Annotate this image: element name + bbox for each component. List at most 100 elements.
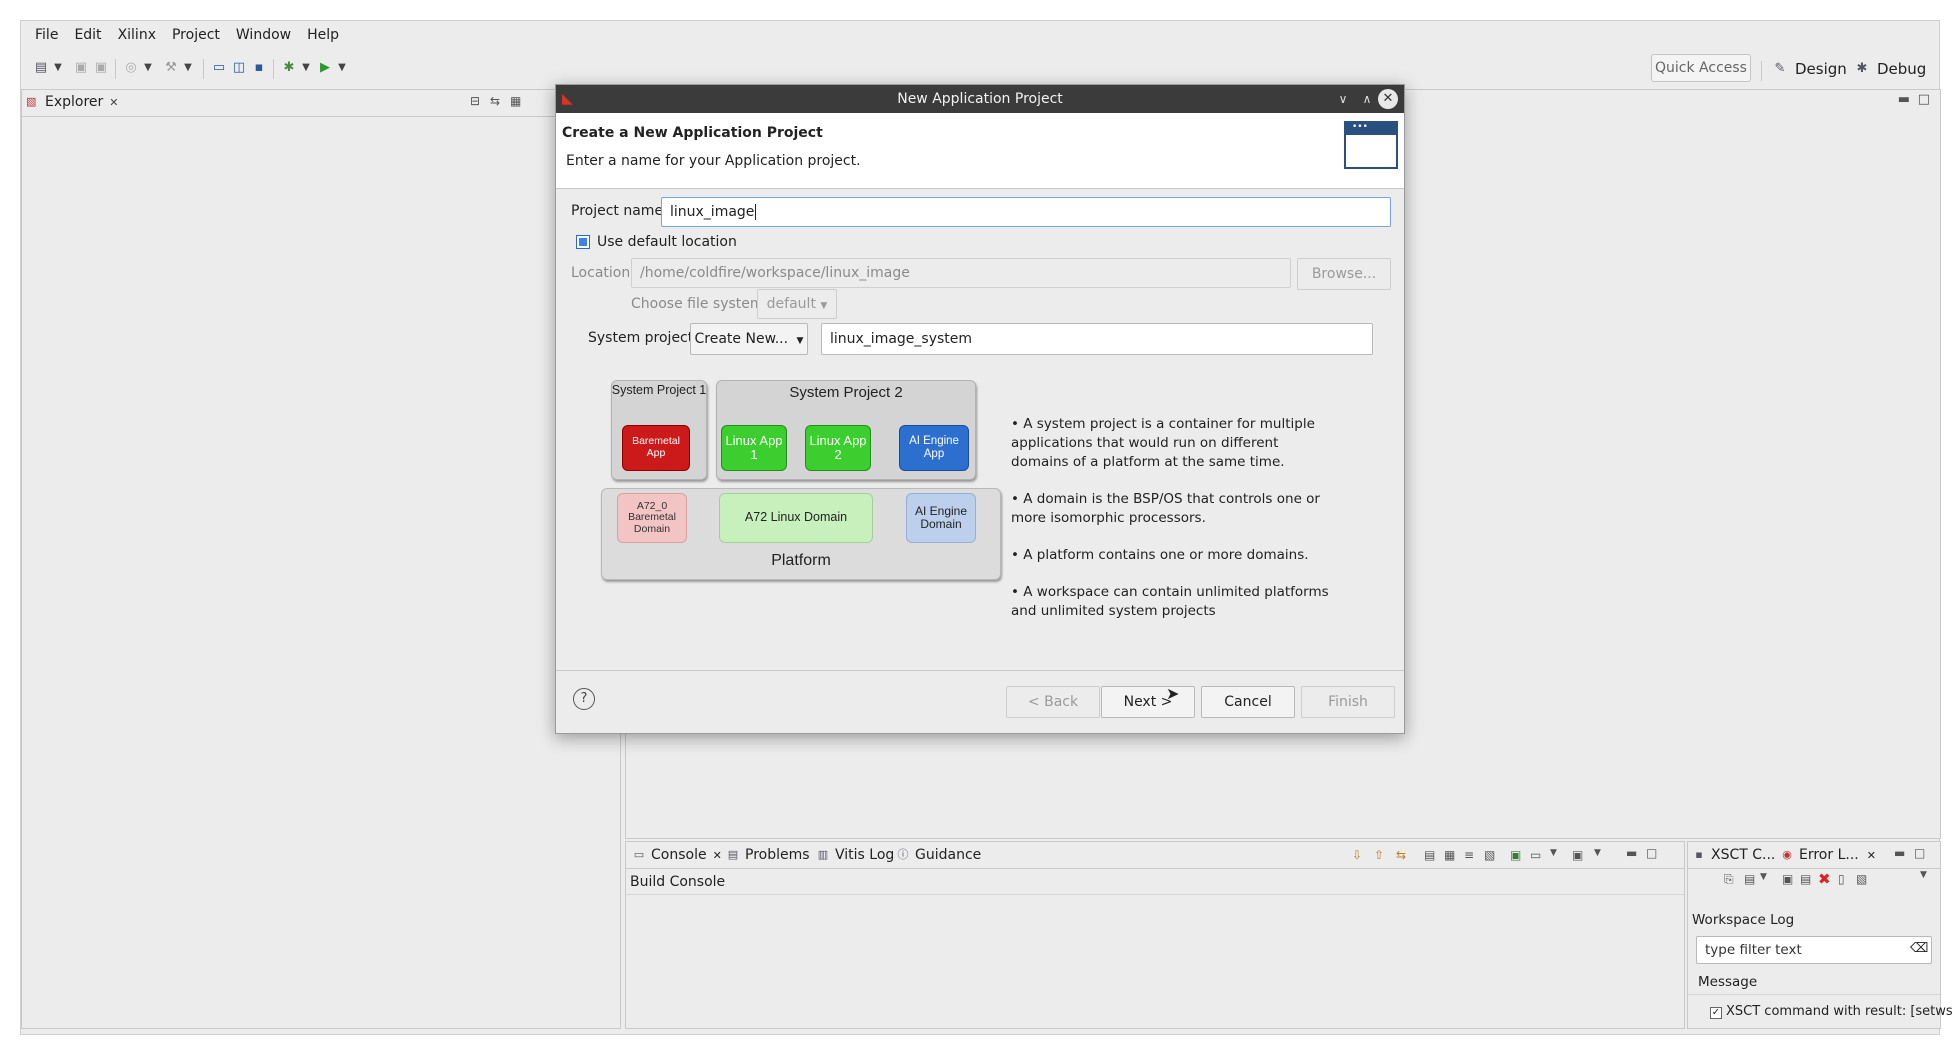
perspective-design[interactable]: ✎ Design <box>1771 57 1847 81</box>
perspective-debug[interactable]: ✱ Debug <box>1853 57 1927 81</box>
pin-console-icon[interactable]: ▣ <box>1510 848 1521 862</box>
show-console-icon[interactable]: ▧ <box>1484 848 1495 862</box>
system-project-mode-select[interactable]: Create New... ▼ <box>690 323 808 355</box>
terminal-icon[interactable]: ▭ <box>211 60 227 76</box>
help-icon[interactable]: ? <box>573 688 595 710</box>
location-input[interactable]: /home/coldfire/workspace/linux_image <box>631 258 1291 288</box>
import-dropdown-icon[interactable]: ▼ <box>1760 872 1767 882</box>
word-wrap-icon[interactable]: ≡ <box>1464 848 1474 862</box>
system-project-1-label: System Project 1 <box>611 383 707 397</box>
console-icon: ▭ <box>633 848 645 861</box>
clear-console-icon[interactable]: ▤ <box>1424 848 1435 862</box>
back-button[interactable]: < Back <box>1006 686 1100 718</box>
hammer-icon[interactable]: ⚒ <box>163 60 179 76</box>
display-dropdown-icon[interactable]: ▼ <box>1550 848 1557 858</box>
view-menu-icon[interactable]: ▼ <box>1920 870 1927 880</box>
tab-console[interactable]: ▭ Console ✕ <box>632 842 722 868</box>
open-console-icon[interactable]: ▣ <box>1572 848 1583 862</box>
save-all-icon[interactable]: ▣ <box>93 60 109 76</box>
xsct-icon[interactable]: ◫ <box>231 60 247 76</box>
link-editor-icon[interactable]: ⇆ <box>490 94 500 108</box>
bullet-system-project: • A system project is a container for mu… <box>1011 416 1315 470</box>
log-filter-input[interactable]: type filter text <box>1696 936 1932 964</box>
tab-vitis-log[interactable]: ▥ Vitis Log <box>816 842 895 868</box>
new-application-project-dialog: New Application Project ◣ ∨ ∧ ✕ Create a… <box>555 84 1405 734</box>
scroll-down-icon[interactable]: ⇩ <box>1352 848 1362 862</box>
menu-bar: File Edit Xilinx Project Window Help <box>21 21 1939 49</box>
menu-project[interactable]: Project <box>172 27 220 43</box>
new-dropdown-icon[interactable]: ▼ <box>53 60 63 76</box>
next-button[interactable]: Next > <box>1101 686 1195 718</box>
tab-problems[interactable]: ▤ Problems <box>726 842 810 868</box>
bullet-platform: • A platform contains one or more domain… <box>1011 547 1309 563</box>
close-icon[interactable]: ✕ <box>1867 849 1876 862</box>
delete-icon[interactable]: ✖ <box>1818 870 1831 888</box>
minimize-icon[interactable]: ▬ <box>1626 846 1637 860</box>
tab-xsct-console[interactable]: ▪ XSCT C... <box>1692 842 1775 868</box>
tab-explorer[interactable]: ▧ Explorer ✕ <box>26 90 119 114</box>
dialog-title-bar: New Application Project <box>556 85 1404 113</box>
chevron-down-icon: ▼ <box>796 336 804 346</box>
maximize-icon[interactable]: □ <box>1646 846 1657 860</box>
menu-edit[interactable]: Edit <box>74 27 101 43</box>
close-icon[interactable]: ✕ <box>109 96 118 109</box>
hammer-dropdown-icon[interactable]: ▼ <box>183 60 193 76</box>
collapse-all-icon[interactable]: ⊟ <box>470 94 480 108</box>
maximize-icon[interactable]: □ <box>1918 92 1930 107</box>
menu-help[interactable]: Help <box>307 27 339 43</box>
menu-xilinx[interactable]: Xilinx <box>118 27 156 43</box>
clear-log-icon[interactable]: ▣ <box>1782 872 1793 886</box>
build-console-title: Build Console <box>630 874 726 890</box>
system-project-input[interactable]: linux_image_system <box>821 323 1373 355</box>
checkmark-icon: ✓ <box>1710 1007 1722 1019</box>
system-project-2-label: System Project 2 <box>789 384 903 401</box>
run-dropdown-icon[interactable]: ▼ <box>337 60 347 76</box>
build-dropdown-icon[interactable]: ▼ <box>143 60 153 76</box>
pin-icon[interactable]: ⇆ <box>1396 848 1406 862</box>
minimize-icon[interactable]: ▬ <box>1894 846 1905 860</box>
display-console-icon[interactable]: ▭ <box>1530 848 1541 862</box>
menu-file[interactable]: File <box>35 27 58 43</box>
close-window-icon[interactable]: ✕ <box>1378 89 1398 109</box>
run-icon[interactable]: ▶ <box>317 60 333 76</box>
clear-filter-icon[interactable]: ⌫ <box>1910 941 1928 956</box>
export-log-icon[interactable]: ⎘ <box>1724 872 1734 887</box>
restore-log-icon[interactable]: ▧ <box>1856 872 1867 886</box>
tab-error-log[interactable]: ◉ Error L... ✕ <box>1780 842 1876 868</box>
import-log-icon[interactable]: ▤ <box>1744 872 1755 886</box>
system-project-label: System project: <box>588 330 698 346</box>
cancel-button[interactable]: Cancel <box>1201 686 1295 718</box>
open-console-dropdown-icon[interactable]: ▼ <box>1594 848 1601 858</box>
minimize-window-icon[interactable]: ∨ <box>1334 90 1352 108</box>
finish-button[interactable]: Finish <box>1301 686 1395 718</box>
new-icon[interactable]: ▤ <box>33 60 49 76</box>
open-log-icon[interactable]: ▯ <box>1838 872 1845 886</box>
minimize-icon[interactable]: ▬ <box>1898 92 1910 107</box>
message-column-header[interactable]: Message <box>1698 974 1757 990</box>
baremetal-app-block: Baremetal App <box>622 425 690 471</box>
tab-guidance[interactable]: ⓘ Guidance <box>896 842 982 868</box>
maximize-window-icon[interactable]: ∧ <box>1358 90 1376 108</box>
delete-log-icon[interactable]: ▤ <box>1800 872 1811 886</box>
location-label: Location: <box>571 265 635 281</box>
scroll-lock-icon[interactable]: ▦ <box>1444 848 1455 862</box>
save-icon[interactable]: ▣ <box>73 60 89 76</box>
filter-icon[interactable]: ▦ <box>510 94 521 108</box>
close-icon[interactable]: ✕ <box>713 849 722 862</box>
project-name-input[interactable]: linux_image <box>661 197 1391 227</box>
workspace-log-title: Workspace Log <box>1692 912 1795 928</box>
menu-window[interactable]: Window <box>236 27 291 43</box>
debug-icon[interactable]: ✱ <box>281 60 297 76</box>
console-icon[interactable]: ▪ <box>251 60 267 76</box>
browse-button[interactable]: Browse... <box>1297 258 1391 290</box>
file-system-select[interactable]: default ▼ <box>757 289 837 319</box>
log-row[interactable]: ✓ XSCT command with result: [setws <box>1710 1004 1953 1019</box>
a72-baremetal-domain-block: A72_0 Baremetal Domain <box>617 493 687 543</box>
debug-dropdown-icon[interactable]: ▼ <box>301 60 311 76</box>
ai-engine-app-block: AI Engine App <box>899 425 969 471</box>
build-icon[interactable]: ◎ <box>123 60 139 76</box>
use-default-location-checkbox[interactable] <box>576 235 590 249</box>
scroll-up-icon[interactable]: ⇧ <box>1374 848 1384 862</box>
maximize-icon[interactable]: □ <box>1914 846 1925 860</box>
quick-access-field[interactable]: Quick Access <box>1651 54 1751 82</box>
